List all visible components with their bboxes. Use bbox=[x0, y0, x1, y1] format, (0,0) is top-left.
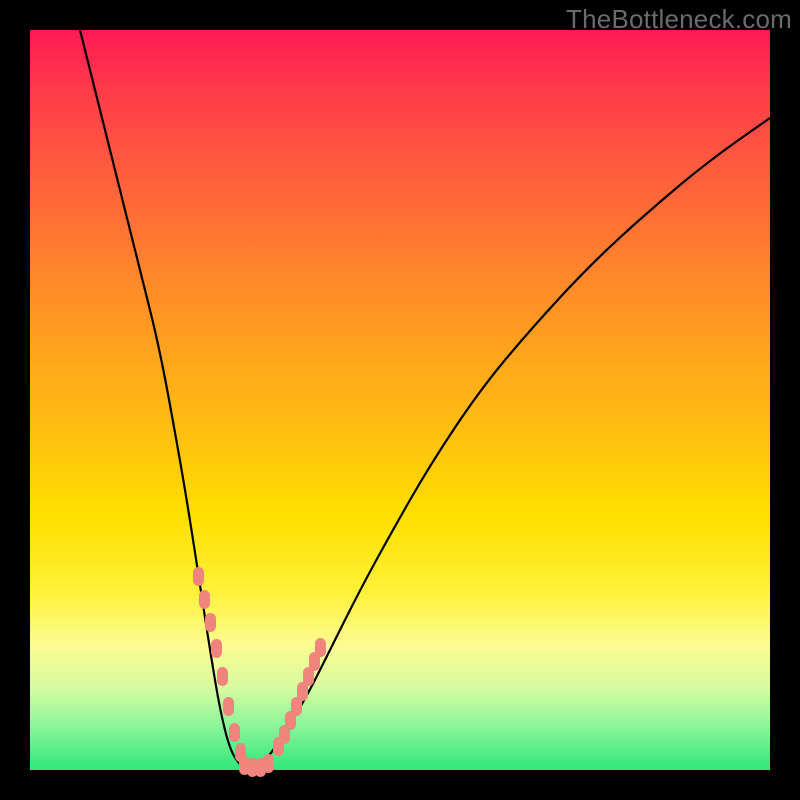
highlight-tick bbox=[315, 638, 326, 657]
highlight-tick bbox=[205, 613, 216, 632]
highlight-tick bbox=[223, 697, 234, 716]
plot-area bbox=[30, 30, 770, 770]
highlight-tick bbox=[217, 667, 228, 686]
outer-frame: TheBottleneck.com bbox=[0, 0, 800, 800]
highlight-tick bbox=[211, 639, 222, 658]
highlight-tick bbox=[229, 723, 240, 742]
highlight-tick bbox=[199, 590, 210, 609]
curve-svg bbox=[30, 30, 770, 770]
highlight-tick bbox=[263, 754, 274, 773]
highlight-tick bbox=[193, 567, 204, 586]
bottleneck-curve-path bbox=[80, 30, 770, 768]
